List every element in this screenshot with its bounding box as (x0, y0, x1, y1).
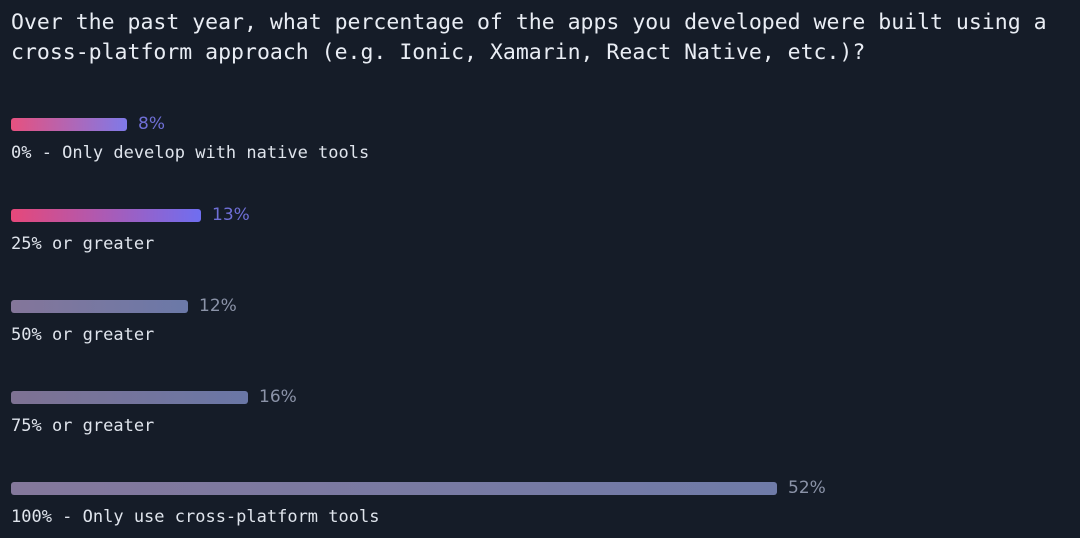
result-bar (11, 391, 248, 404)
bar-value-label: 8% (138, 118, 165, 131)
result-row: 8% 0% - Only develop with native tools (0, 104, 1080, 195)
bar-value-label: 13% (212, 209, 250, 222)
option-label: 50% or greater (11, 324, 154, 346)
results-list: 8% 0% - Only develop with native tools 1… (0, 104, 1080, 536)
bar-line: 52% (11, 481, 826, 495)
bar-line: 8% (11, 117, 165, 131)
bar-line: 16% (11, 390, 297, 404)
option-label: 0% - Only develop with native tools (11, 142, 369, 164)
result-bar (11, 300, 188, 313)
bar-line: 12% (11, 299, 237, 313)
survey-result-card: Over the past year, what percentage of t… (0, 0, 1080, 538)
result-row: 16% 75% or greater (0, 377, 1080, 468)
result-row: 13% 25% or greater (0, 195, 1080, 286)
bar-value-label: 12% (199, 300, 237, 313)
question-title: Over the past year, what percentage of t… (11, 8, 1073, 68)
result-row: 12% 50% or greater (0, 286, 1080, 377)
option-label: 75% or greater (11, 415, 154, 437)
bar-value-label: 16% (259, 391, 297, 404)
option-label: 100% - Only use cross-platform tools (11, 506, 379, 528)
bar-value-label: 52% (788, 482, 826, 495)
result-row: 52% 100% - Only use cross-platform tools (0, 468, 1080, 536)
bar-line: 13% (11, 208, 250, 222)
result-bar (11, 482, 777, 495)
option-label: 25% or greater (11, 233, 154, 255)
result-bar (11, 209, 201, 222)
result-bar (11, 118, 127, 131)
